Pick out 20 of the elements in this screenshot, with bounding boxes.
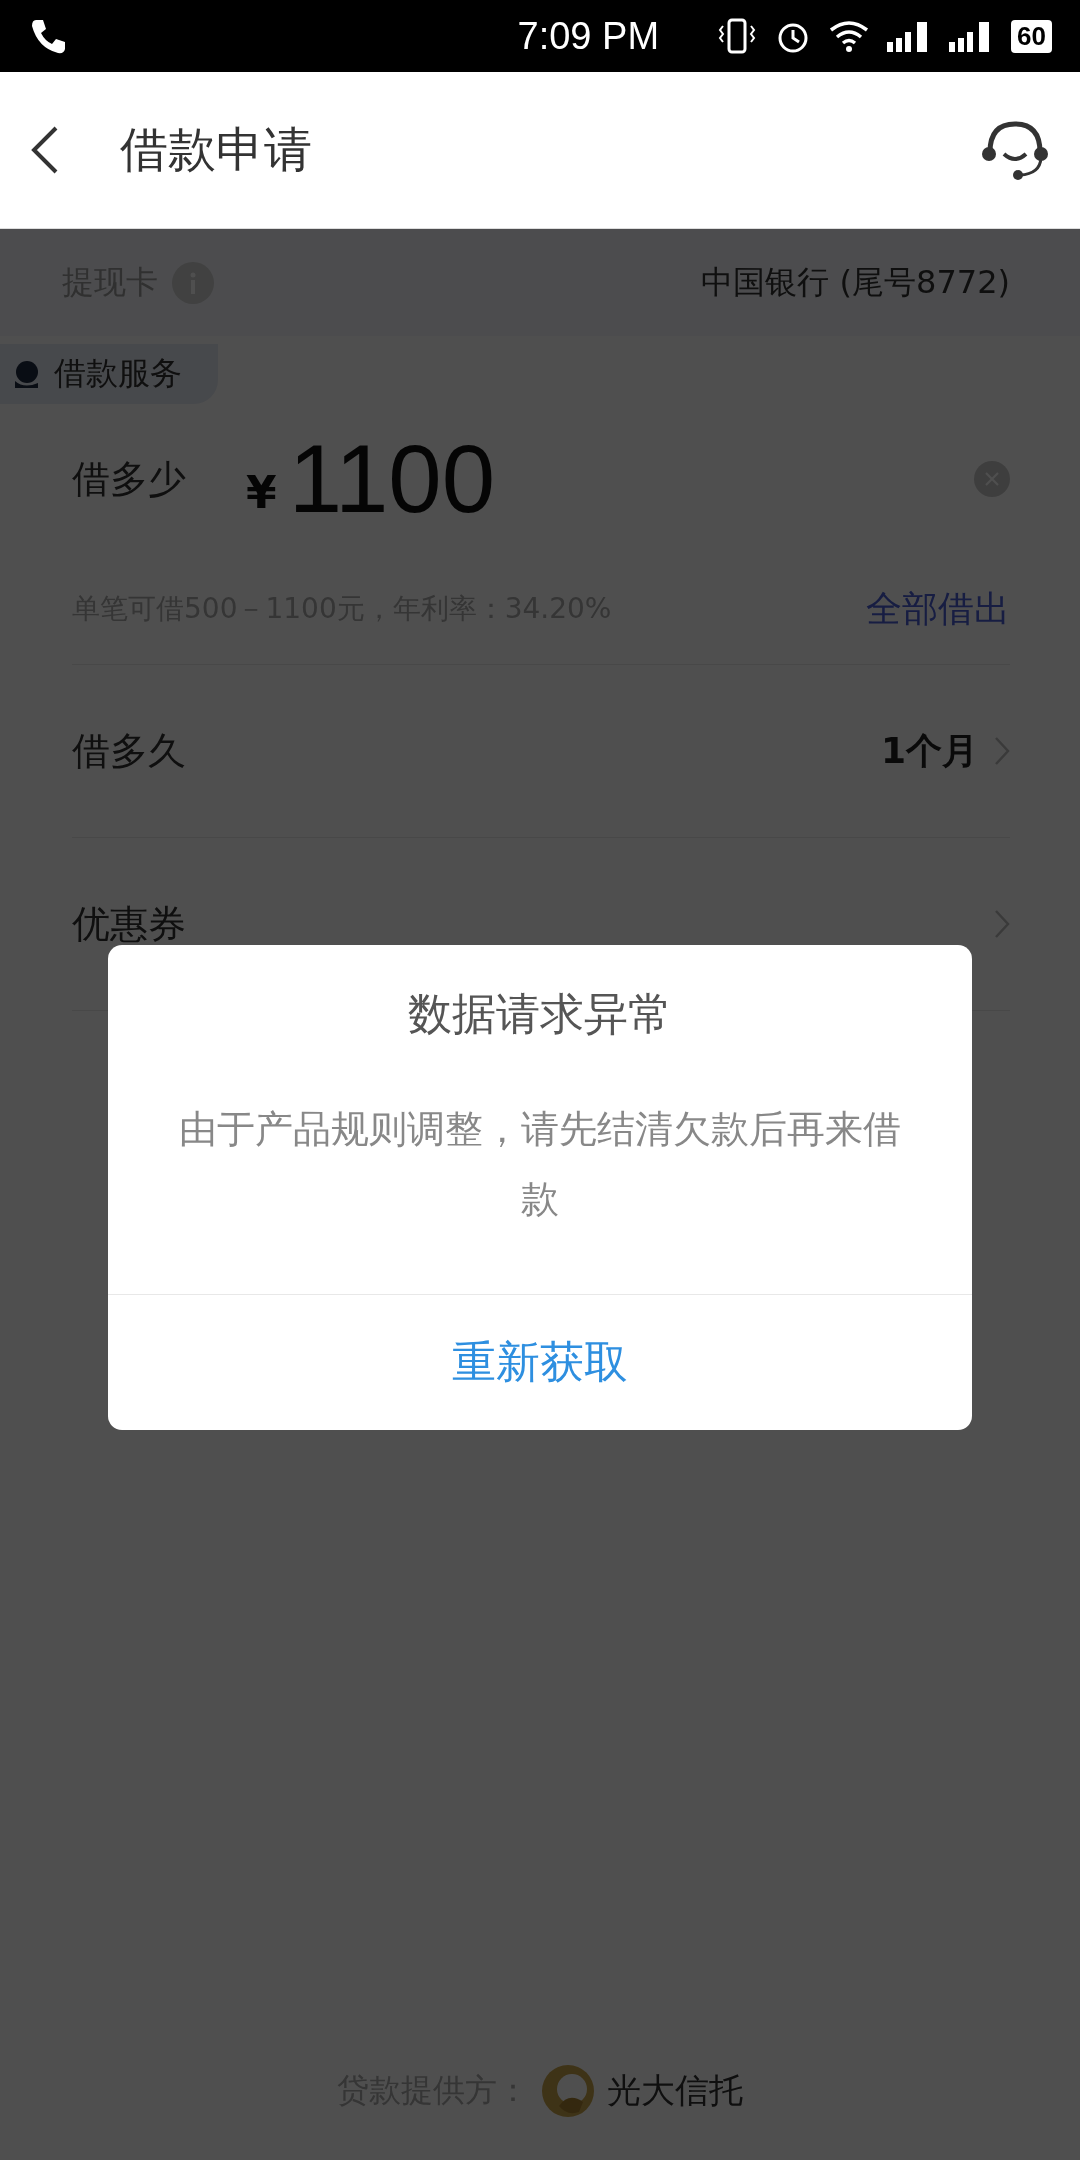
option-label: 优惠券: [72, 900, 187, 948]
service-tag-label: 借款服务: [54, 353, 182, 394]
page-title: 借款申请: [120, 120, 313, 179]
vibrate-icon: [717, 16, 758, 56]
wifi-icon: [829, 20, 870, 52]
bank-card-value[interactable]: 中国银行 (尾号8772): [701, 260, 1010, 305]
amount-input[interactable]: 1100: [288, 424, 974, 534]
option-label: 借多久: [72, 727, 187, 775]
back-icon[interactable]: [30, 125, 60, 175]
provider-logo-icon: [539, 2062, 597, 2120]
retry-button[interactable]: 重新获取: [108, 1294, 972, 1430]
borrow-all-link[interactable]: 全部借出: [866, 584, 1010, 634]
provider-name: 光大信托: [607, 2069, 743, 2112]
option-row[interactable]: 借多久 1个月: [72, 665, 1010, 838]
option-value: 1个月: [880, 728, 978, 773]
currency-symbol: ¥: [246, 466, 277, 518]
amount-label: 借多少: [72, 455, 186, 503]
clock-time: 7:09 PM: [517, 14, 660, 58]
battery-level: 60: [1011, 19, 1052, 53]
dialog-message: 由于产品规则调整，请先结清欠款后再来借款: [178, 1106, 902, 1223]
